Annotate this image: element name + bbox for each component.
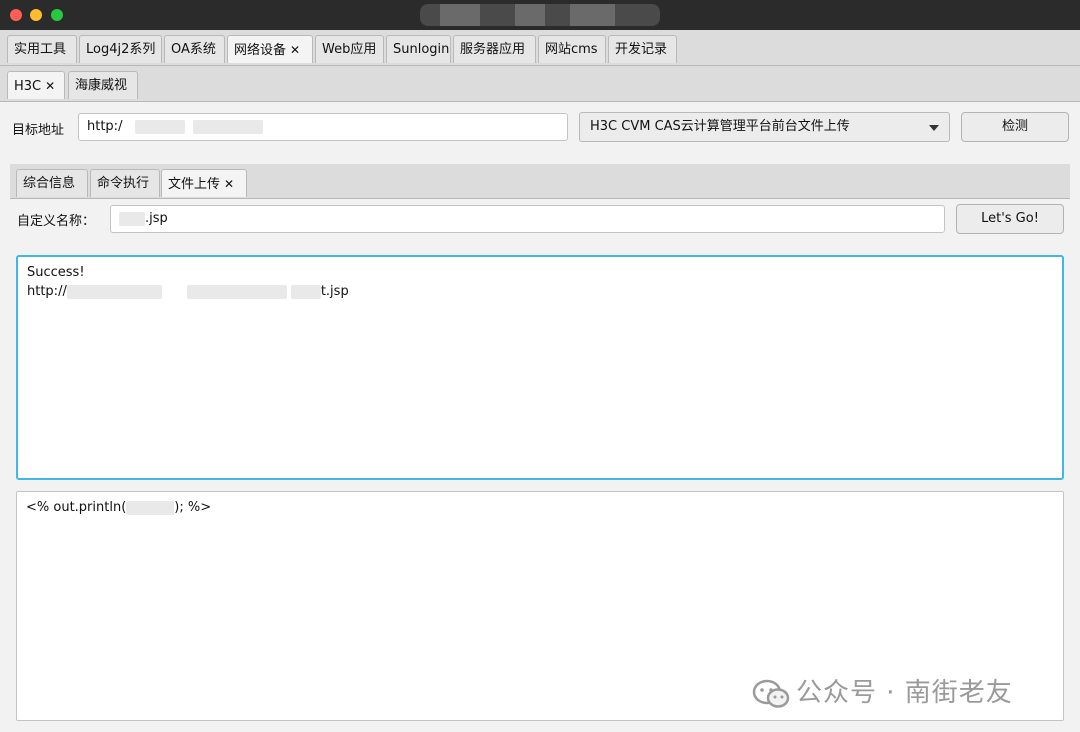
wechat-icon: [752, 679, 790, 708]
close-tab-icon[interactable]: ✕: [45, 79, 55, 93]
minimize-window-button[interactable]: [30, 9, 42, 21]
tab-label: Log4j2系列: [86, 42, 156, 57]
exploit-select-value: H3C CVM CAS云计算管理平台前台文件上传: [590, 119, 850, 134]
result-output[interactable]: Success! http:// t.jsp: [16, 255, 1064, 480]
redacted-text: [134, 119, 185, 134]
tab-label: OA系统: [171, 42, 216, 57]
zoom-window-button[interactable]: [51, 9, 63, 21]
main-panel: 目标地址 http:/ H3C CVM CAS云计算管理平台前台文件上传 检测 …: [0, 102, 1080, 732]
tab-command-exec[interactable]: 命令执行: [90, 169, 160, 197]
filename-label: 自定义名称：: [17, 214, 96, 229]
redacted-text: [192, 119, 263, 134]
target-url-input[interactable]: http:/: [78, 113, 568, 141]
top-tab-bar: 实用工具 Log4j2系列 OA系统 网络设备 ✕ Web应用 Sunlogin …: [0, 30, 1080, 66]
filename-input[interactable]: .jsp: [110, 205, 945, 233]
tab-overview[interactable]: 综合信息: [16, 169, 88, 197]
tab-label: 实用工具: [14, 42, 67, 57]
result-status: Success!: [27, 265, 85, 280]
watermark-text: 公众号 · 南街老友: [796, 678, 1013, 708]
tab-label: 开发记录: [615, 42, 668, 57]
watermark: 公众号 · 南街老友: [752, 672, 1013, 709]
tab-hikvision[interactable]: 海康威视: [68, 71, 138, 99]
tab-website-cms[interactable]: 网站cms: [538, 35, 606, 63]
tab-web-apps[interactable]: Web应用: [315, 35, 384, 63]
vendor-tab-bar: H3C ✕ 海康威视: [0, 66, 1080, 102]
result-url-suffix: t.jsp: [320, 284, 349, 299]
tab-label: 网站cms: [545, 42, 598, 57]
result-url-line: http:// t.jsp: [27, 282, 1053, 301]
close-tab-icon[interactable]: ✕: [290, 43, 300, 57]
tab-label: 文件上传: [168, 177, 221, 192]
tab-label: 命令执行: [97, 176, 150, 191]
redacted-text: [119, 211, 145, 226]
tab-dev-log[interactable]: 开发记录: [608, 35, 677, 63]
target-url-value: http:/: [87, 119, 123, 134]
chevron-down-icon: [929, 125, 939, 131]
filename-value: .jsp: [145, 211, 168, 226]
detect-button[interactable]: 检测: [961, 112, 1069, 142]
redacted-text: [290, 284, 321, 299]
close-window-button[interactable]: [10, 9, 22, 21]
lets-go-button[interactable]: Let's Go!: [956, 204, 1064, 234]
tab-label: H3C: [14, 79, 42, 94]
tab-network-devices[interactable]: 网络设备 ✕: [227, 35, 313, 63]
target-label: 目标地址: [12, 123, 65, 138]
close-tab-icon[interactable]: ✕: [224, 177, 234, 191]
window-title-redacted: [420, 4, 660, 26]
tab-log4j2[interactable]: Log4j2系列: [79, 35, 162, 63]
tab-label: 综合信息: [23, 176, 76, 191]
result-url-prefix: http://: [27, 284, 67, 299]
title-bar: [0, 0, 1080, 30]
tab-utilities[interactable]: 实用工具: [7, 35, 77, 63]
tab-label: Web应用: [322, 42, 377, 57]
tab-sunlogin[interactable]: Sunlogin: [386, 35, 451, 63]
tab-label: 海康威视: [75, 78, 128, 93]
tab-label: 服务器应用: [460, 42, 526, 57]
tab-label: Sunlogin: [393, 42, 450, 57]
redacted-text: [186, 284, 287, 299]
redacted-text: [66, 284, 162, 299]
tab-label: 网络设备: [234, 43, 287, 58]
tab-file-upload[interactable]: 文件上传 ✕: [161, 169, 247, 197]
function-tab-bar: 综合信息 命令执行 文件上传 ✕: [10, 164, 1070, 199]
app-window: 实用工具 Log4j2系列 OA系统 网络设备 ✕ Web应用 Sunlogin …: [0, 0, 1080, 732]
exploit-select[interactable]: H3C CVM CAS云计算管理平台前台文件上传: [579, 112, 950, 142]
payload-prefix: <% out.println(: [26, 500, 127, 515]
tab-h3c[interactable]: H3C ✕: [7, 71, 65, 99]
tab-oa[interactable]: OA系统: [164, 35, 225, 63]
redacted-text: [126, 500, 175, 515]
payload-suffix: ); %>: [174, 500, 212, 515]
tab-server-apps[interactable]: 服务器应用: [453, 35, 536, 63]
